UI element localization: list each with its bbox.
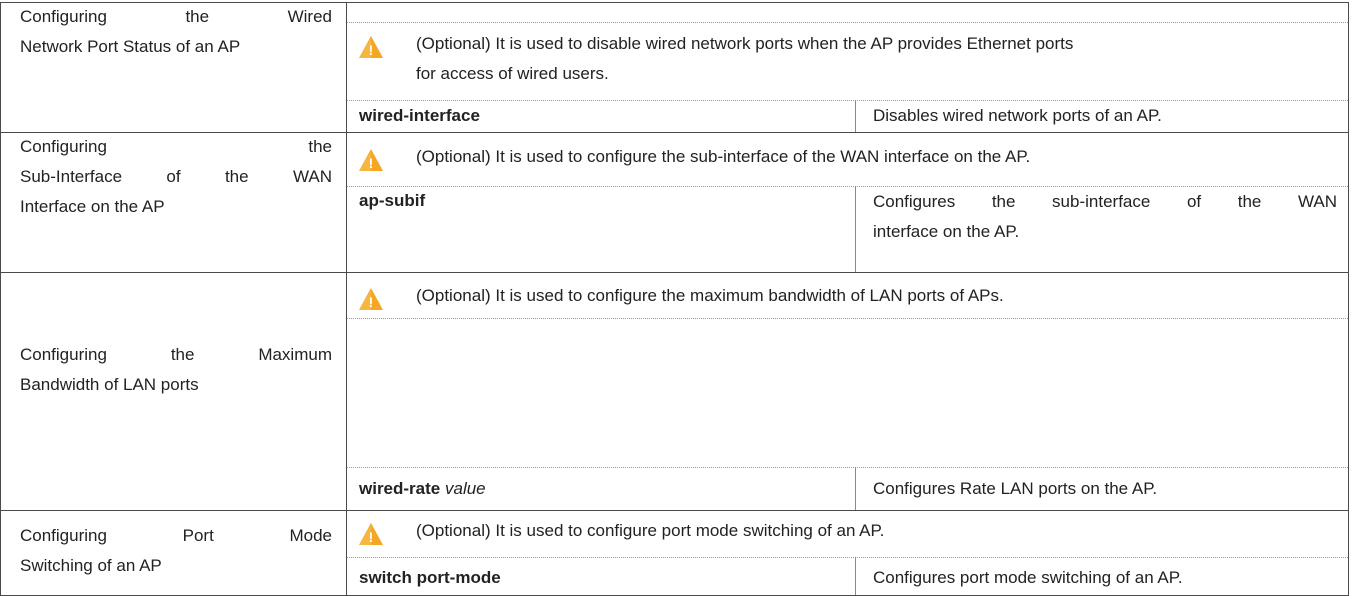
command-name: switch port-mode <box>359 563 501 593</box>
feature-line: Configuring the Maximum <box>20 345 332 364</box>
command-description: Disables wired network ports of an AP. <box>873 101 1337 131</box>
column-border <box>1348 2 1349 596</box>
command-name: wired-rate value <box>359 474 486 504</box>
description-line: Configures port mode switching of an AP. <box>873 568 1183 587</box>
svg-text:!: ! <box>369 529 374 545</box>
warning-triangle-icon: ! <box>358 287 384 311</box>
feature-line: Configuring Port Mode <box>20 526 332 545</box>
note-line: (Optional) It is used to configure port … <box>416 521 885 540</box>
command-column-border <box>855 557 856 595</box>
description-line: Disables wired network ports of an AP. <box>873 106 1162 125</box>
description-line: Configures Rate LAN ports on the AP. <box>873 479 1158 498</box>
note-text: (Optional) It is used to configure port … <box>416 516 1336 546</box>
command-keyword: wired-rate <box>359 479 441 498</box>
command-description: Configures port mode switching of an AP. <box>873 563 1337 593</box>
feature-name: Configuring the Maximum Bandwidth of LAN… <box>20 340 332 400</box>
feature-line: Bandwidth of LAN ports <box>20 375 199 394</box>
column-border <box>346 2 347 596</box>
command-keyword: switch port-mode <box>359 568 501 587</box>
svg-text:!: ! <box>369 294 374 310</box>
note-border <box>346 318 1348 319</box>
note-text: (Optional) It is used to configure the m… <box>416 281 1336 311</box>
note-line: (Optional) It is used to configure the m… <box>416 286 1004 305</box>
command-column-border <box>855 100 856 132</box>
warning-triangle-icon: ! <box>358 522 384 546</box>
note-line: (Optional) It is used to configure the s… <box>416 147 1031 166</box>
column-border <box>0 2 1 596</box>
note-text: (Optional) It is used to disable wired n… <box>416 29 1336 89</box>
command-column-border <box>855 467 856 510</box>
feature-name: Configuring the Wired Network Port Statu… <box>20 2 332 62</box>
svg-text:!: ! <box>369 42 374 58</box>
command-name: wired-interface <box>359 101 480 131</box>
warning-triangle-icon: ! <box>358 148 384 172</box>
command-column-border <box>855 186 856 272</box>
note-text: (Optional) It is used to configure the s… <box>416 142 1336 172</box>
svg-text:!: ! <box>369 155 374 171</box>
feature-line: Interface on the AP <box>20 197 165 216</box>
note-border <box>346 22 1348 23</box>
note-border <box>346 467 1348 468</box>
feature-name: Configuring Port Mode Switching of an AP <box>20 521 332 581</box>
feature-line: Configuring the Wired <box>20 7 332 26</box>
command-description: Configures the sub-interface of the WAN … <box>873 187 1337 247</box>
command-name: ap-subif <box>359 186 425 216</box>
feature-line: Network Port Status of an AP <box>20 37 241 56</box>
command-keyword: ap-subif <box>359 191 426 210</box>
command-description: Configures Rate LAN ports on the AP. <box>873 474 1337 504</box>
command-keyword: wired-interface <box>359 106 480 125</box>
row-border <box>0 272 1348 273</box>
description-line: interface on the AP. <box>873 222 1020 241</box>
row-border <box>0 510 1348 511</box>
feature-line: Switching of an AP <box>20 556 162 575</box>
description-line: Configures the sub-interface of the WAN <box>873 192 1337 211</box>
feature-line: Sub-Interface of the WAN <box>20 167 332 186</box>
note-line: for access of wired users. <box>416 64 609 83</box>
config-task-table: Configuring the Wired Network Port Statu… <box>0 0 1364 596</box>
feature-line: Configuring the <box>20 137 332 156</box>
note-border <box>346 557 1348 558</box>
command-argument: value <box>444 479 486 498</box>
note-line: (Optional) It is used to disable wired n… <box>416 34 1074 53</box>
warning-triangle-icon: ! <box>358 35 384 59</box>
feature-name: Configuring the Sub-Interface of the WAN… <box>20 132 332 222</box>
